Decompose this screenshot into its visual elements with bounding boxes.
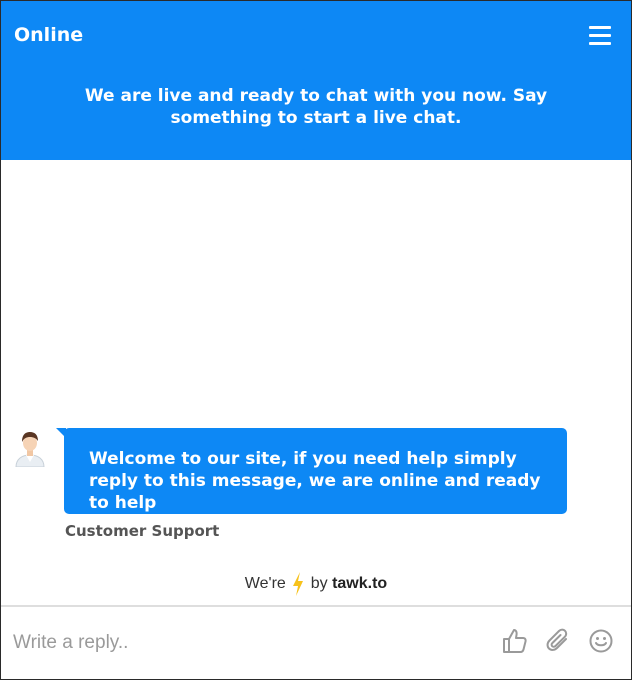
reply-input[interactable] — [5, 621, 475, 665]
bubble-tail — [56, 428, 66, 438]
branding-middle: by — [310, 575, 328, 592]
emoji-button[interactable] — [587, 627, 615, 655]
attach-button[interactable] — [544, 627, 572, 655]
chat-widget: Online We are live and ready to chat wit… — [0, 0, 632, 680]
message-text: Welcome to our site, if you need help si… — [89, 449, 541, 513]
smiley-icon — [589, 629, 613, 653]
lightning-bolt-icon — [292, 572, 304, 596]
status-title: Online — [14, 24, 84, 46]
header-message: We are live and ready to chat with you n… — [84, 86, 548, 128]
paperclip-icon — [546, 628, 568, 651]
agent-name: Customer Support — [65, 522, 220, 540]
like-button[interactable] — [501, 627, 529, 655]
brand-name: tawk.to — [332, 575, 388, 592]
agent-avatar-icon — [14, 429, 46, 468]
powered-by-branding[interactable]: We're by tawk.to — [1, 572, 631, 596]
menu-button[interactable] — [585, 23, 615, 49]
chat-header: Online We are live and ready to chat wit… — [1, 1, 631, 160]
message-bubble: Welcome to our site, if you need help si… — [56, 428, 567, 514]
footer-divider — [1, 605, 631, 607]
branding-prefix: We're — [244, 575, 286, 592]
thumbs-up-icon — [503, 629, 527, 653]
